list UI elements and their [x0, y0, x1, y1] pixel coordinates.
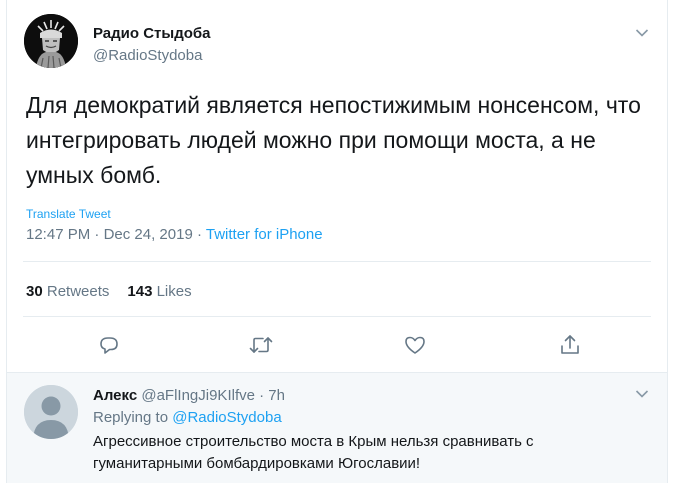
author-handle[interactable]: @RadioStydoba [93, 47, 202, 64]
tweet-time[interactable]: 12:47 PM [26, 226, 90, 243]
tweet-frame: Радио Стыдоба @RadioStydoba Для демократ… [6, 0, 668, 483]
tweet-date[interactable]: Dec 24, 2019 [104, 226, 193, 243]
author-name[interactable]: Радио Стыдоба [93, 25, 211, 42]
divider [23, 316, 651, 317]
meta-separator: · [192, 226, 206, 243]
retweets-stat[interactable]: 30 Retweets [26, 283, 109, 300]
reply-author-handle[interactable]: @aFlIngJi9KIlfve [141, 387, 255, 404]
reply-author-name[interactable]: Алекс [93, 387, 137, 404]
avatar[interactable] [24, 385, 78, 439]
translate-tweet-link[interactable]: Translate Tweet [26, 207, 111, 221]
retweet-icon[interactable] [248, 333, 274, 357]
divider [23, 261, 651, 262]
heart-icon[interactable] [403, 333, 427, 357]
avatar[interactable] [24, 14, 78, 68]
share-icon[interactable] [558, 333, 582, 357]
likes-label: Likes [156, 283, 192, 300]
chevron-down-icon[interactable] [635, 28, 649, 38]
reply-header: Алекс @aFlIngJi9KIlfve · 7h [93, 387, 285, 404]
meta-separator: · [254, 387, 269, 404]
reply-icon[interactable] [97, 333, 121, 357]
reply-text: Агрессивное строительство моста в Крым н… [93, 433, 534, 472]
tweet-source[interactable]: Twitter for iPhone [206, 226, 323, 243]
reply-time[interactable]: 7h [268, 387, 285, 404]
chevron-down-icon[interactable] [635, 389, 649, 399]
replying-to: Replying to @RadioStydoba [93, 409, 282, 426]
likes-count: 143 [127, 283, 153, 300]
tweet-meta: 12:47 PM · Dec 24, 2019 · Twitter for iP… [26, 226, 323, 243]
replying-to-handle[interactable]: @RadioStydoba [172, 409, 281, 426]
retweets-label: Retweets [46, 283, 110, 300]
tweet-text: Для демократий является непостижимым нон… [26, 92, 641, 188]
retweets-count: 30 [26, 283, 43, 300]
likes-stat[interactable]: 143 Likes [127, 283, 191, 300]
main-tweet: Радио Стыдоба @RadioStydoba Для демократ… [7, 0, 667, 372]
tweet-stats: 30 Retweets 143 Likes [26, 283, 192, 300]
reply-tweet[interactable]: Алекс @aFlIngJi9KIlfve · 7h Replying to … [7, 372, 667, 483]
meta-separator: · [90, 226, 104, 243]
replying-prefix: Replying to [93, 409, 169, 426]
